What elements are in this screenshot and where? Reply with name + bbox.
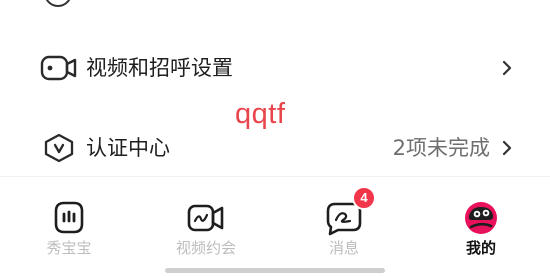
unread-count-badge: 4 <box>352 186 376 210</box>
bottom-tab-bar: 秀宝宝 视频约会 4 消息 我的 <box>0 176 550 276</box>
settings-item-verification-center[interactable]: 认证中心 2项未完成 <box>0 118 550 178</box>
tab-label: 视频约会 <box>175 239 236 257</box>
tab-label: 秀宝宝 <box>46 239 92 257</box>
shield-check-icon <box>44 133 74 163</box>
partial-row-icon <box>44 0 72 7</box>
settings-item-label: 视频和招呼设置 <box>86 56 233 80</box>
chevron-right-icon <box>502 60 512 76</box>
baby-face-icon <box>54 201 84 234</box>
video-camera-icon <box>40 55 77 81</box>
tab-label: 消息 <box>328 239 359 257</box>
chevron-right-icon <box>502 140 512 156</box>
tab-label: 我的 <box>465 239 496 257</box>
tab-messages[interactable]: 4 消息 <box>294 177 394 257</box>
tab-video-date[interactable]: 视频约会 <box>156 177 256 257</box>
home-indicator[interactable] <box>165 268 385 273</box>
settings-item-status: 2项未完成 <box>392 136 490 160</box>
video-date-icon <box>187 204 224 232</box>
tab-xiubaobao[interactable]: 秀宝宝 <box>19 177 119 257</box>
tab-mine[interactable]: 我的 <box>431 177 531 257</box>
settings-item-video-greeting[interactable]: 视频和招呼设置 <box>0 38 550 98</box>
profile-avatar-icon <box>465 202 497 234</box>
settings-item-label: 认证中心 <box>86 136 170 160</box>
